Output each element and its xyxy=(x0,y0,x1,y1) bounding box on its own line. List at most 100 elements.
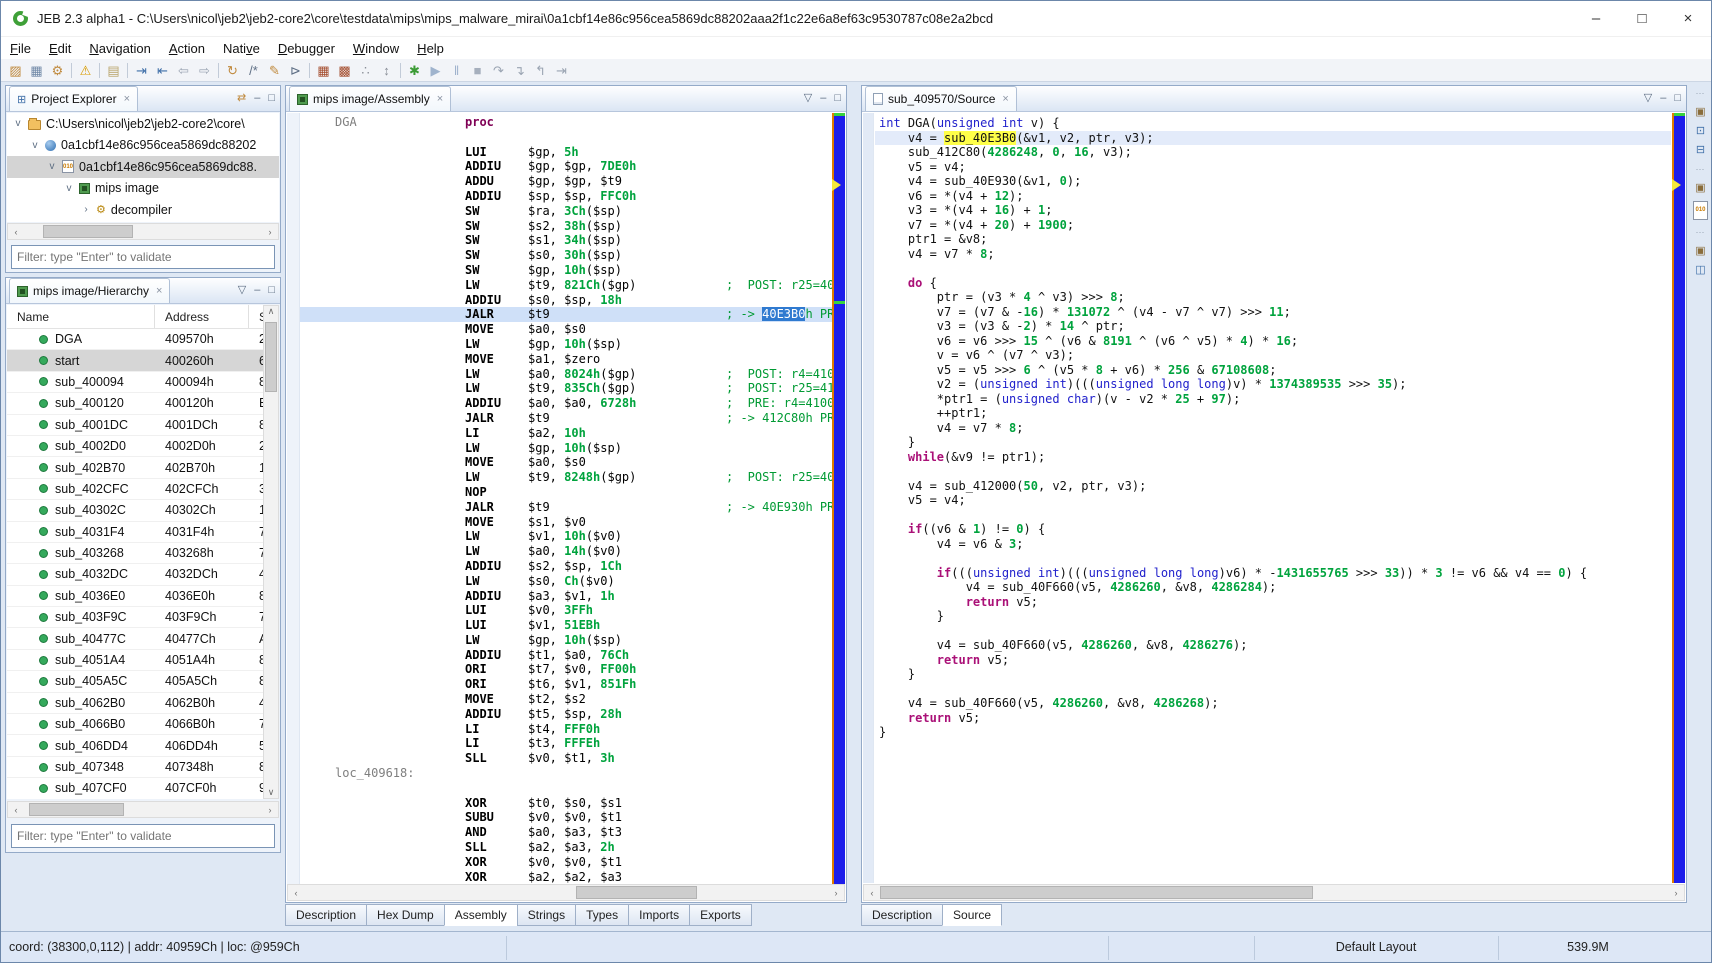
asm-line[interactable]: LW$gp, 10h($sp) xyxy=(300,337,832,352)
source-line[interactable]: v4 = sub_40E930(&v1, 0); xyxy=(875,174,1671,189)
hierarchy-hscrollbar[interactable]: ‹ › xyxy=(7,801,279,818)
table-row[interactable]: sub_4002D04002D0h2 xyxy=(7,436,279,457)
options-wrench-icon[interactable]: ⚙ xyxy=(47,60,68,81)
asm-line[interactable]: LW$v1, 10h($v0) xyxy=(300,529,832,544)
scroll-down-icon[interactable]: ∨ xyxy=(264,787,278,798)
table-row[interactable]: sub_405A5C405A5Ch8 xyxy=(7,671,279,692)
comment-icon[interactable]: /* xyxy=(243,60,264,81)
tree-item[interactable]: vmips image xyxy=(7,178,279,200)
asm-line[interactable]: LW$t9, 835Ch($gp); POST: r25=412C80h xyxy=(300,381,832,396)
analyze-gears-icon[interactable]: ↻ xyxy=(222,60,243,81)
table-row[interactable]: sub_403268403268h7 xyxy=(7,543,279,564)
asm-line[interactable]: SW$ra, 3Ch($sp) xyxy=(300,204,832,219)
asm-line[interactable]: ADDIU$t1, $a0, 76Ch xyxy=(300,648,832,663)
goto-address-icon[interactable]: ⇥ xyxy=(131,60,152,81)
tab-types[interactable]: Types xyxy=(575,904,629,926)
hex-grid-alt-icon[interactable]: ▩ xyxy=(334,60,355,81)
menu-file[interactable]: File xyxy=(1,41,40,56)
maximize-panel-icon[interactable]: □ xyxy=(268,284,275,296)
source-line[interactable]: v5 = v4; xyxy=(875,160,1671,175)
convert-doc-icon[interactable]: ⊳ xyxy=(285,60,306,81)
source-line[interactable]: } xyxy=(875,667,1671,682)
table-row[interactable]: sub_4032DC4032DCh4 xyxy=(7,564,279,585)
table-row[interactable]: sub_4062B04062B0h4 xyxy=(7,693,279,714)
open-expander-icon[interactable]: v xyxy=(13,118,23,129)
view-menu-icon[interactable]: ▽ xyxy=(804,92,812,104)
pause-icon[interactable]: ‖ xyxy=(446,60,467,81)
asm-line[interactable]: ADDIU$s2, $sp, 1Ch xyxy=(300,559,832,574)
table-row[interactable]: sub_400120400120hE xyxy=(7,393,279,414)
maximize-panel-icon[interactable]: □ xyxy=(268,92,275,104)
source-line[interactable]: v4 = v6 & 3; xyxy=(875,537,1671,552)
source-line[interactable]: v = v6 ^ (v7 ^ v3); xyxy=(875,348,1671,363)
asm-line[interactable]: LW$a0, 8024h($gp); POST: r4=410000h xyxy=(300,367,832,382)
minimize-panel-icon[interactable]: – xyxy=(820,92,826,104)
table-row[interactable]: sub_40477C40477ChA xyxy=(7,628,279,649)
menu-edit[interactable]: Edit xyxy=(40,41,80,56)
closed-expander-icon[interactable]: › xyxy=(81,204,91,215)
asm-line[interactable]: JALR$t9; -> 40E930h PRE: r25= xyxy=(300,500,832,515)
table-row[interactable]: sub_402CFC402CFCh3 xyxy=(7,479,279,500)
tree-item[interactable]: vC:\Users\nicol\jeb2\jeb2-core2\core\ xyxy=(7,113,279,135)
restore-pane-icon[interactable]: ▣ xyxy=(1695,245,1705,258)
step-into-icon[interactable]: ↴ xyxy=(509,60,530,81)
scroll-thumb[interactable] xyxy=(265,322,277,392)
asm-line[interactable]: LUI$gp, 5h xyxy=(300,145,832,160)
source-line[interactable]: v4 = sub_40F660(v5, 4286260, &v8, 428626… xyxy=(875,696,1671,711)
menu-help[interactable]: Help xyxy=(408,41,453,56)
sort-icon[interactable]: ↕ xyxy=(376,60,397,81)
open-expander-icon[interactable]: v xyxy=(47,161,57,172)
scroll-left-icon[interactable]: ‹ xyxy=(8,227,24,237)
scroll-right-icon[interactable]: › xyxy=(262,227,278,237)
source-line[interactable]: ptr = (v3 * 4 ^ v3) >>> 8; xyxy=(875,290,1671,305)
table-row[interactable]: sub_4036E04036E0h8 xyxy=(7,586,279,607)
asm-line[interactable]: XOR$v0, $v0, $t1 xyxy=(300,855,832,870)
nav-back-icon[interactable]: ⇦ xyxy=(173,60,194,81)
table-row[interactable]: start400260h6 xyxy=(7,350,279,371)
source-line[interactable]: if(((unsigned int)(((unsigned long long)… xyxy=(875,566,1671,581)
source-line[interactable]: return v5; xyxy=(875,711,1671,726)
source-line[interactable]: } xyxy=(875,725,1671,740)
source-overview-ruler[interactable] xyxy=(1672,113,1685,883)
asm-line[interactable]: SW$s2, 38h($sp) xyxy=(300,219,832,234)
minimize-panel-icon[interactable]: – xyxy=(254,92,260,104)
source-line[interactable]: v7 = (v7 & -16) * 131072 ^ (v4 - v7 ^ v7… xyxy=(875,305,1671,320)
assembly-editor[interactable]: DGAprocLUI$gp, 5hADDIU$gp, $gp, 7DE0hADD… xyxy=(287,113,845,884)
open-expander-icon[interactable]: v xyxy=(30,140,40,151)
table-row[interactable]: sub_407CF0407CF0h9 xyxy=(7,778,279,799)
tab-hierarchy[interactable]: mips image/Hierarchy × xyxy=(9,278,170,303)
source-line[interactable] xyxy=(875,464,1671,479)
source-line[interactable]: v7 = *(v4 + 20) + 1900; xyxy=(875,218,1671,233)
column-header-name[interactable]: Name xyxy=(7,305,155,328)
table-row[interactable]: sub_400094400094h8 xyxy=(7,372,279,393)
table-row[interactable]: sub_402B70402B70h1 xyxy=(7,457,279,478)
close-icon[interactable]: × xyxy=(1002,93,1008,105)
source-line[interactable] xyxy=(875,624,1671,639)
source-line[interactable]: v6 = v6 >>> 15 ^ (v6 & 8191 ^ (v6 ^ v5) … xyxy=(875,334,1671,349)
source-line[interactable]: while(&v9 != ptr1); xyxy=(875,450,1671,465)
scroll-left-icon[interactable]: ‹ xyxy=(864,888,880,898)
source-line[interactable] xyxy=(875,682,1671,697)
asm-line[interactable]: MOVE$a1, $zero xyxy=(300,352,832,367)
step-out-icon[interactable]: ↰ xyxy=(530,60,551,81)
scroll-thumb[interactable] xyxy=(29,803,124,816)
step-over-icon[interactable]: ↷ xyxy=(488,60,509,81)
asm-line[interactable]: SW$s0, 30h($sp) xyxy=(300,248,832,263)
run-icon[interactable]: ▶ xyxy=(425,60,446,81)
asm-line[interactable]: LW$gp, 10h($sp) xyxy=(300,441,832,456)
tree-item[interactable]: v0a1cbf14e86c956cea5869dc88202 xyxy=(7,135,279,157)
assembly-overview-ruler[interactable] xyxy=(832,113,845,884)
split-view-icon[interactable]: ◫ xyxy=(1695,264,1705,277)
open-file-icon[interactable]: ▨ xyxy=(5,60,26,81)
view-menu-icon[interactable]: ▽ xyxy=(1644,92,1652,104)
asm-line[interactable]: ADDIU$t5, $sp, 28h xyxy=(300,707,832,722)
scroll-left-icon[interactable]: ‹ xyxy=(8,805,24,815)
tab-assembly-view[interactable]: mips image/Assembly × xyxy=(289,86,451,111)
asm-line[interactable]: MOVE$a0, $s0 xyxy=(300,455,832,470)
asm-line[interactable]: ADDIU$gp, $gp, 7DE0h xyxy=(300,159,832,174)
table-row[interactable]: sub_403F9C403F9Ch7 xyxy=(7,607,279,628)
asm-line[interactable]: JALR$t9; -> 412C80h PRE: r25= xyxy=(300,411,832,426)
asm-line[interactable]: LW$a0, 14h($v0) xyxy=(300,544,832,559)
assembly-hscrollbar[interactable]: ‹ › xyxy=(287,884,845,901)
binary-doc-icon[interactable]: 010 xyxy=(1693,201,1707,220)
